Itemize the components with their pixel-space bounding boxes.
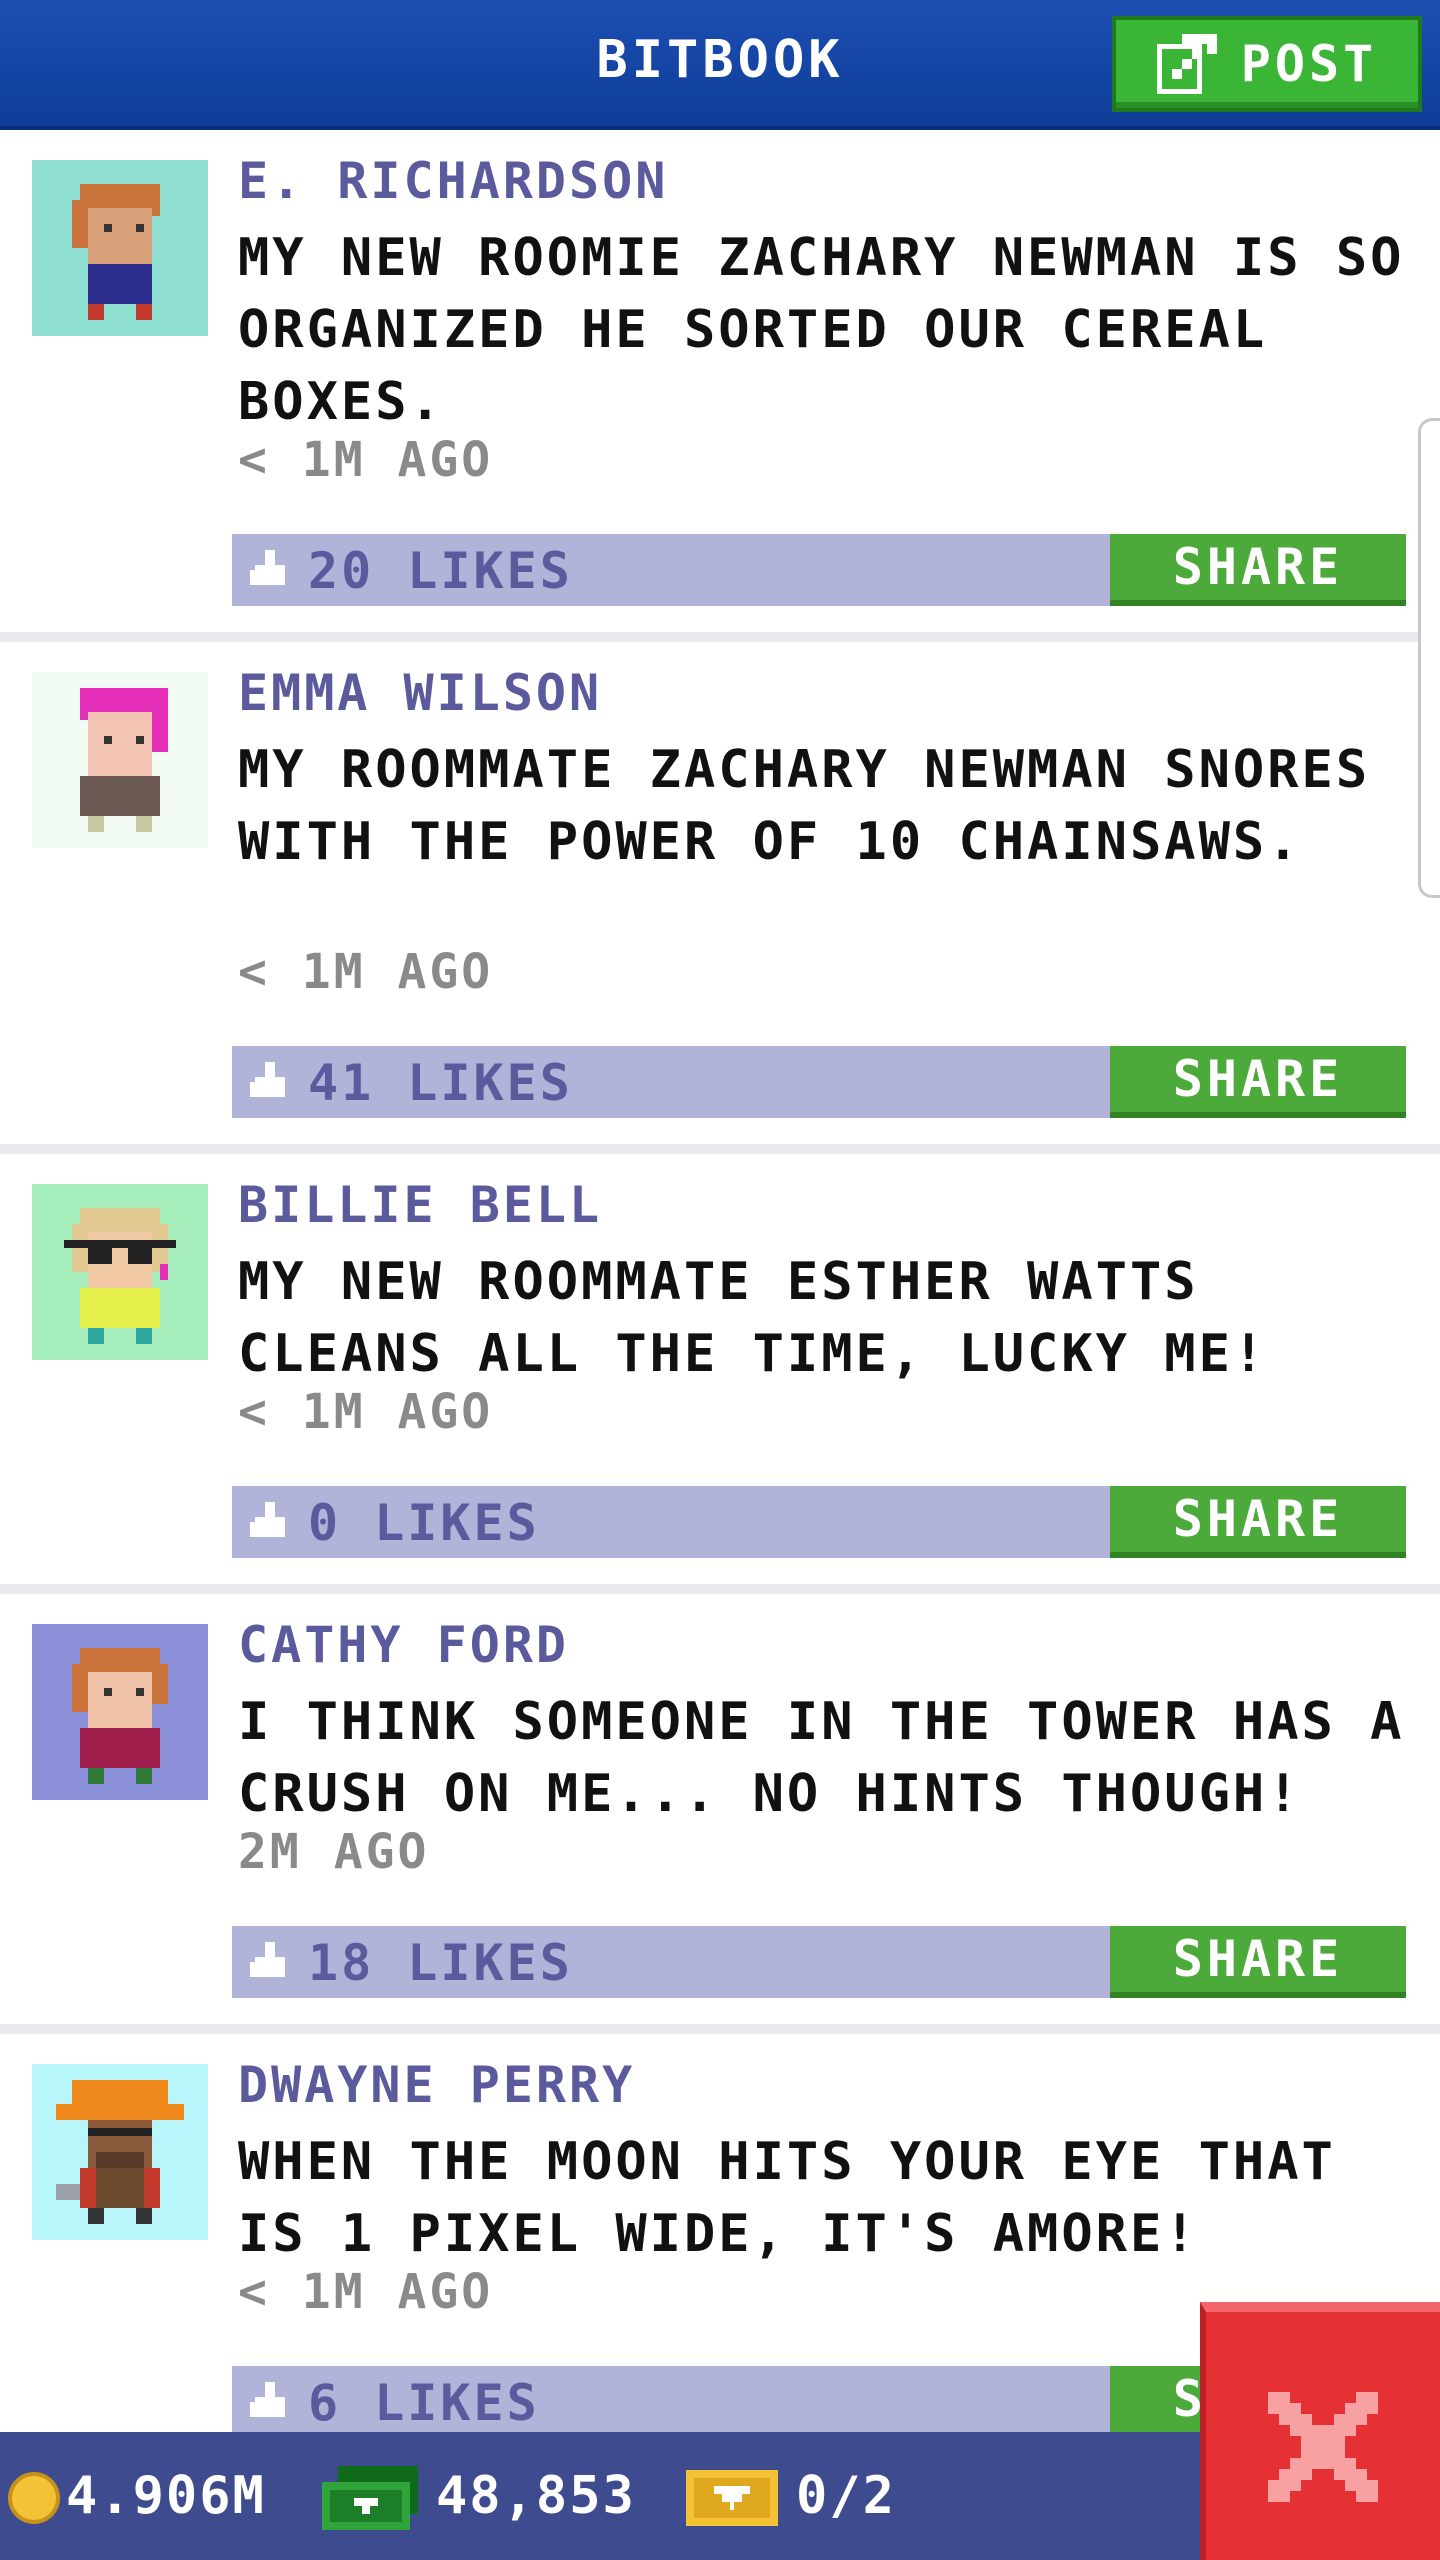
scroll-handle[interactable]	[1418, 418, 1440, 898]
thumbs-up-icon[interactable]	[250, 1062, 290, 1102]
post-text: I THINK SOMEONE IN THE TOWER HAS A CRUSH…	[238, 1692, 1405, 1824]
share-button[interactable]: SHARE	[1110, 534, 1406, 606]
like-bar: 18 LIKES SHARE	[232, 1926, 1406, 1998]
like-count: 20 LIKES	[308, 542, 573, 600]
post-author[interactable]: E. RICHARDSON	[238, 152, 668, 210]
thumbs-up-icon[interactable]	[250, 550, 290, 590]
post-text: MY NEW ROOMMATE ESTHER WATTS CLEANS ALL …	[238, 1252, 1268, 1384]
like-bar: 41 LIKES SHARE	[232, 1046, 1406, 1118]
post-time: 2M AGO	[238, 1824, 430, 1880]
feed-list[interactable]: E. RICHARDSON MY NEW ROOMIE ZACHARY NEWM…	[0, 130, 1440, 2474]
thumbs-up-icon[interactable]	[250, 1942, 290, 1982]
post-author[interactable]: BILLIE BELL	[238, 1176, 602, 1234]
feed-post: EMMA WILSON MY ROOMMATE ZACHARY NEWMAN S…	[0, 642, 1440, 1154]
bux-icon	[322, 2466, 418, 2530]
like-bar: 0 LIKES SHARE	[232, 1486, 1406, 1558]
share-button[interactable]: SHARE	[1110, 1926, 1406, 1998]
post-text: MY ROOMMATE ZACHARY NEWMAN SNORES WITH T…	[238, 740, 1371, 872]
post-author[interactable]: DWAYNE PERRY	[238, 2056, 635, 2114]
thumbs-up-icon[interactable]	[250, 1502, 290, 1542]
feed-post: CATHY FORD I THINK SOMEONE IN THE TOWER …	[0, 1594, 1440, 2034]
post-author[interactable]: EMMA WILSON	[238, 664, 602, 722]
feed-post: BILLIE BELL MY NEW ROOMMATE ESTHER WATTS…	[0, 1154, 1440, 1594]
edit-icon	[1156, 34, 1217, 94]
like-count: 0 LIKES	[308, 1494, 540, 1552]
post-time: < 1M AGO	[238, 1384, 494, 1440]
like-count: 18 LIKES	[308, 1934, 573, 1992]
like-bar: 20 LIKES SHARE	[232, 534, 1406, 606]
avatar	[32, 1624, 208, 1800]
close-button[interactable]	[1200, 2302, 1440, 2560]
app-header: BITBOOK POST	[0, 0, 1440, 130]
close-icon	[1268, 2392, 1378, 2502]
post-text: MY NEW ROOMIE ZACHARY NEWMAN IS SO ORGAN…	[238, 228, 1405, 432]
avatar	[32, 672, 208, 848]
post-text: WHEN THE MOON HITS YOUR EYE THAT IS 1 PI…	[238, 2132, 1336, 2264]
coin-icon	[8, 2472, 60, 2524]
feed-post: E. RICHARDSON MY NEW ROOMIE ZACHARY NEWM…	[0, 130, 1440, 642]
ticket-count: 0/2	[796, 2466, 896, 2526]
like-count: 6 LIKES	[308, 2374, 540, 2432]
avatar	[32, 2064, 208, 2240]
share-button[interactable]: SHARE	[1110, 1046, 1406, 1118]
post-button[interactable]: POST	[1112, 16, 1422, 112]
avatar	[32, 1184, 208, 1360]
post-button-label: POST	[1240, 35, 1378, 93]
post-author[interactable]: CATHY FORD	[238, 1616, 569, 1674]
bux-count: 48,853	[436, 2466, 636, 2526]
ticket-icon	[686, 2470, 778, 2526]
avatar	[32, 160, 208, 336]
thumbs-up-icon[interactable]	[250, 2382, 290, 2422]
post-time: < 1M AGO	[238, 944, 494, 1000]
like-count: 41 LIKES	[308, 1054, 573, 1112]
share-button[interactable]: SHARE	[1110, 1486, 1406, 1558]
post-time: < 1M AGO	[238, 2264, 494, 2320]
post-time: < 1M AGO	[238, 432, 494, 488]
coin-count: 4.906M	[66, 2466, 266, 2526]
